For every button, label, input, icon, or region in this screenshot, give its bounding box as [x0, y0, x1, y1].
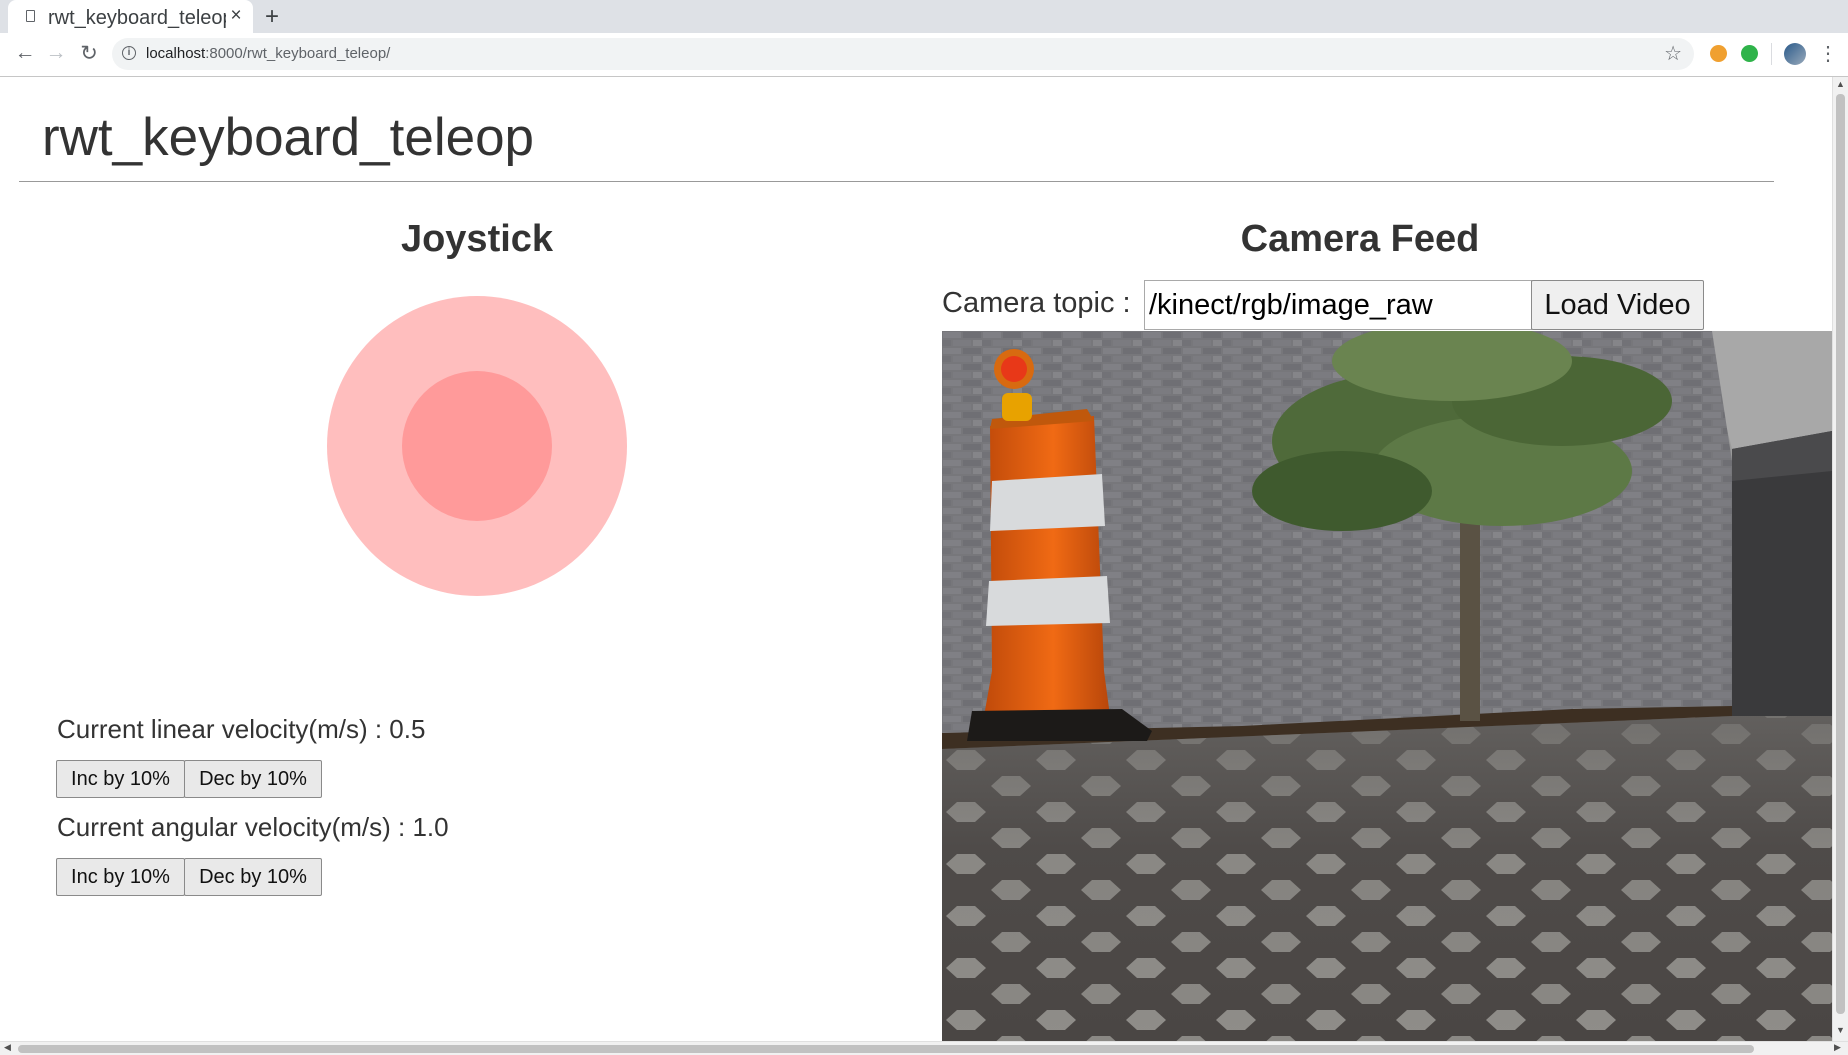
load-video-button[interactable]: Load Video [1531, 280, 1704, 330]
camera-feed-heading: Camera Feed [1240, 218, 1480, 260]
joystick-heading: Joystick [400, 218, 554, 260]
scroll-right-icon[interactable]: ▶ [1834, 1042, 1841, 1053]
horizontal-scrollbar[interactable]: ◀ ▶ [0, 1041, 1848, 1055]
joystick-base[interactable] [327, 296, 627, 596]
vertical-scroll-thumb[interactable] [1836, 94, 1845, 1014]
url-text[interactable]: localhost:8000/rwt_keyboard_teleop/ [146, 45, 390, 62]
scroll-up-icon[interactable]: ▲ [1836, 79, 1845, 89]
linear-velocity-label: Current linear velocity(m/s) : 0.5 [57, 714, 426, 744]
info-icon[interactable]: i [122, 46, 136, 60]
forward-icon[interactable]: → [42, 41, 70, 65]
grammarly-icon[interactable] [1741, 45, 1758, 62]
linear-dec-button[interactable]: Dec by 10% [184, 760, 322, 798]
tab-strip: rwt_keyboard_teleop × + [0, 0, 1848, 33]
title-divider [19, 181, 1774, 182]
angular-dec-button[interactable]: Dec by 10% [184, 858, 322, 896]
camera-topic-label: Camera topic : [942, 287, 1131, 319]
scroll-down-icon[interactable]: ▼ [1836, 1025, 1845, 1035]
profile-avatar[interactable] [1784, 43, 1806, 65]
browser-toolbar: ← → ↻ i localhost:8000/rwt_keyboard_tele… [0, 33, 1848, 77]
extension-icon[interactable] [1710, 45, 1727, 62]
tab-title: rwt_keyboard_teleop [48, 7, 226, 29]
address-bar[interactable]: i localhost:8000/rwt_keyboard_teleop/ ☆ [112, 38, 1694, 70]
browser-tab[interactable]: rwt_keyboard_teleop × [8, 0, 253, 33]
doc-icon [26, 10, 35, 22]
star-icon[interactable]: ☆ [1664, 41, 1682, 66]
page-title: rwt_keyboard_teleop [42, 108, 535, 167]
toolbar-divider [1771, 43, 1772, 65]
page-content: rwt_keyboard_teleop Joystick Current lin… [0, 77, 1832, 1041]
angular-inc-button[interactable]: Inc by 10% [56, 858, 185, 896]
camera-topic-input[interactable] [1144, 280, 1532, 330]
back-icon[interactable]: ← [11, 41, 39, 65]
camera-image [942, 331, 1832, 1041]
joystick-knob[interactable] [402, 371, 552, 521]
new-tab-button[interactable]: + [265, 3, 279, 31]
close-tab-icon[interactable]: × [226, 5, 246, 27]
vertical-scrollbar[interactable]: ▲ ▼ [1832, 77, 1848, 1041]
reload-icon[interactable]: ↻ [75, 41, 103, 66]
menu-icon[interactable]: ⋮ [1818, 41, 1838, 66]
horizontal-scroll-thumb[interactable] [18, 1045, 1754, 1053]
angular-velocity-label: Current angular velocity(m/s) : 1.0 [57, 812, 449, 842]
scroll-left-icon[interactable]: ◀ [4, 1042, 11, 1053]
linear-inc-button[interactable]: Inc by 10% [56, 760, 185, 798]
camera-video-feed [942, 331, 1832, 1041]
